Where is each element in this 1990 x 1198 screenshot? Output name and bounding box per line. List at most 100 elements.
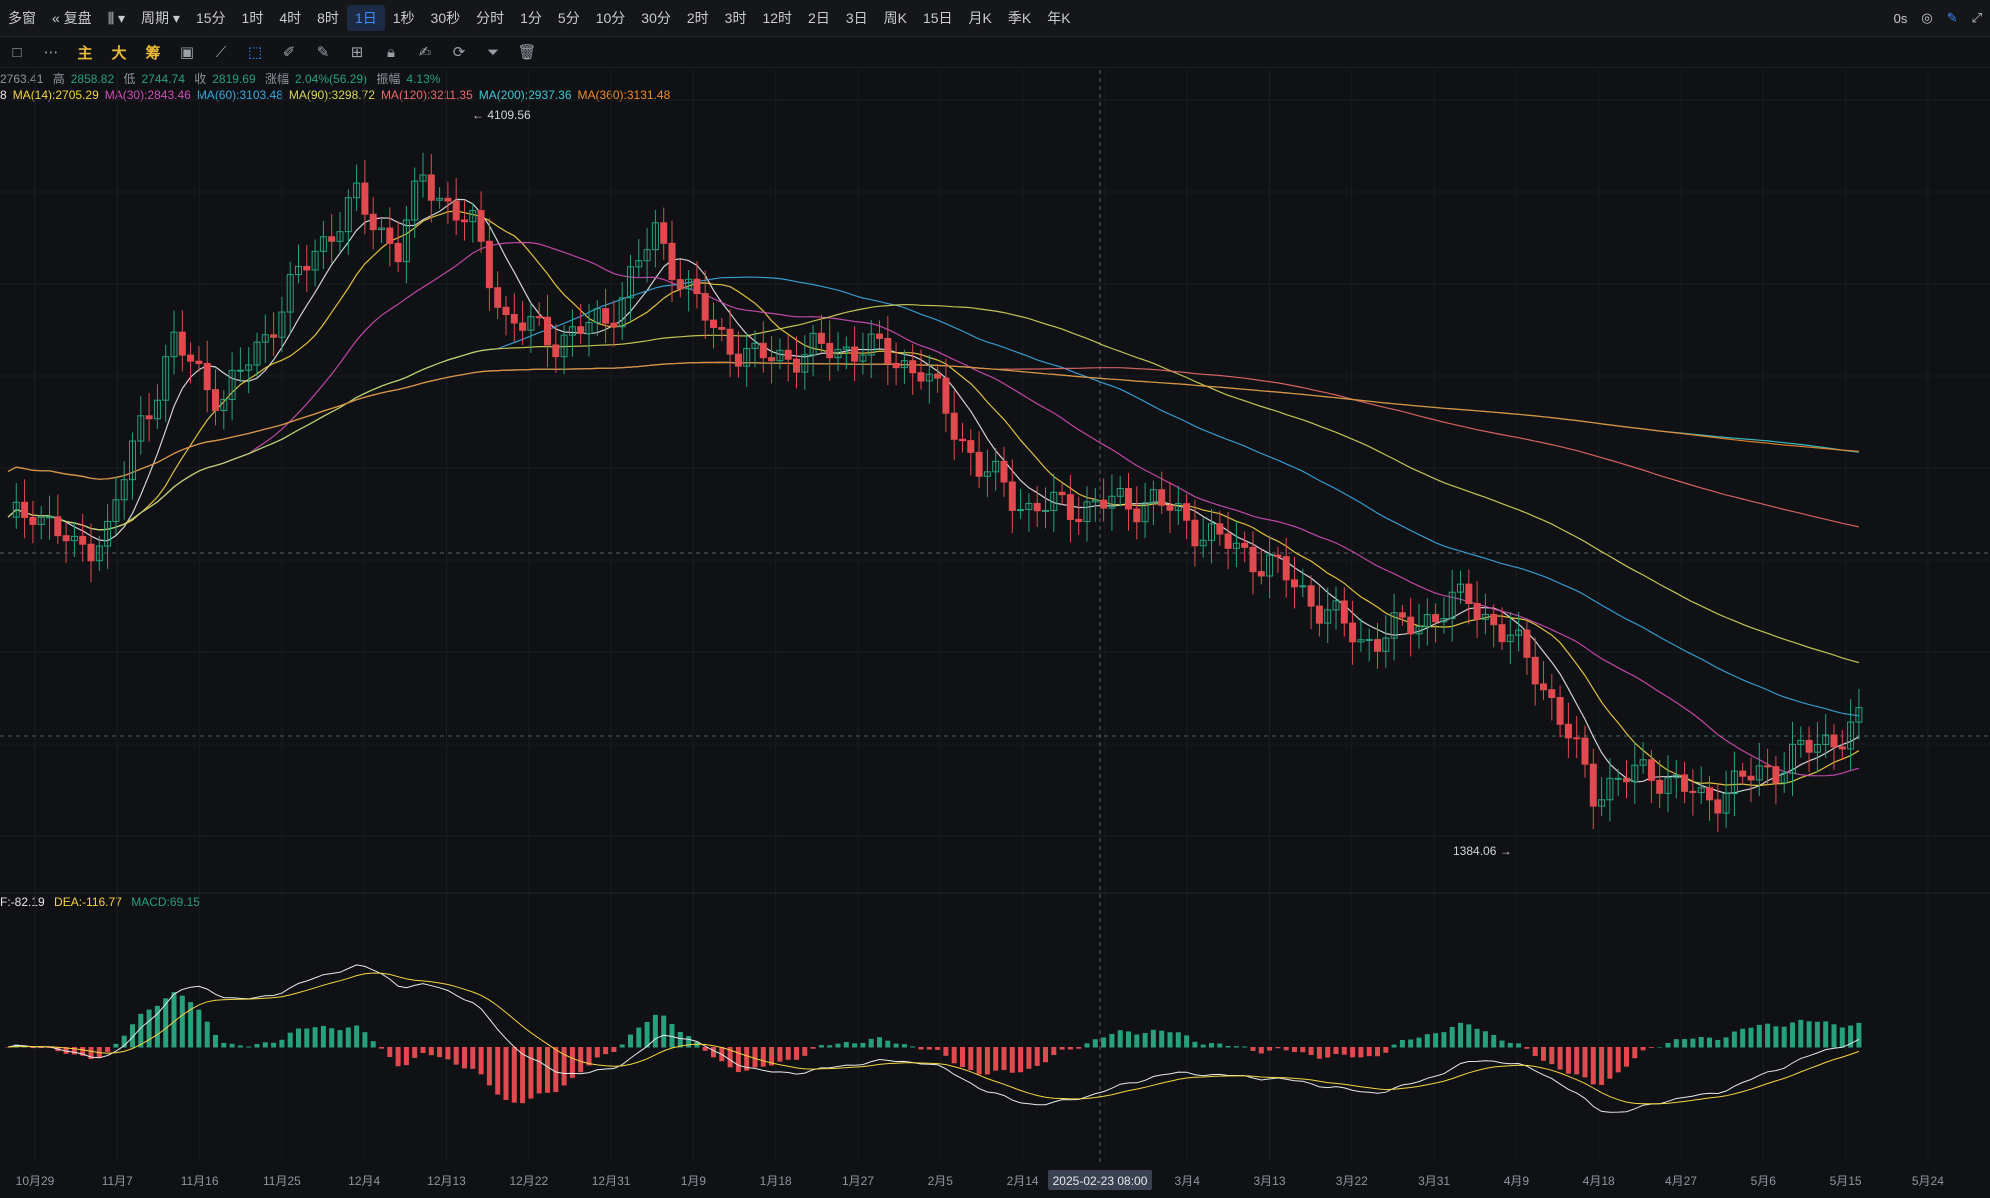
brush-icon[interactable]: ✎ bbox=[306, 43, 340, 61]
ma-legend-item: MA(200):2937.36 bbox=[478, 88, 572, 102]
period-tab[interactable]: 8时 bbox=[309, 5, 347, 31]
candle-body bbox=[668, 242, 676, 281]
period-tab[interactable]: 年K bbox=[1039, 5, 1078, 31]
macd-bar bbox=[1001, 1047, 1007, 1071]
period-tab[interactable]: 1秒 bbox=[385, 5, 423, 31]
dea-value: DEA:-116.77 bbox=[54, 895, 122, 909]
period-tab[interactable]: 1日 bbox=[346, 5, 385, 31]
chart-type-icon[interactable]: ⫼ ▾ bbox=[100, 5, 133, 31]
macd-bar bbox=[138, 1013, 144, 1048]
candle-body bbox=[817, 332, 825, 344]
macd-bar bbox=[1640, 1047, 1646, 1051]
macd-bar bbox=[1051, 1047, 1057, 1056]
main-indicator-button[interactable]: 主 bbox=[68, 42, 102, 63]
kline-chart[interactable]: ← 4109.56 1384.06 → 10月29 11月7 11月16 11月25 1… bbox=[0, 0, 1990, 1198]
period-tab[interactable]: 5分 bbox=[550, 5, 588, 31]
candle-body bbox=[1266, 554, 1274, 577]
macd-bar bbox=[154, 1005, 160, 1048]
large-order-button[interactable]: 大 bbox=[102, 42, 136, 63]
magnet-icon[interactable]: ⟳ bbox=[442, 43, 476, 61]
macd-bar bbox=[221, 1042, 227, 1048]
macd-bar bbox=[1831, 1024, 1837, 1048]
macd-bar bbox=[1781, 1026, 1787, 1048]
camera-icon[interactable]: ◎ bbox=[1921, 10, 1932, 26]
period-tab[interactable]: 1时 bbox=[234, 5, 272, 31]
square-icon[interactable]: □ bbox=[0, 44, 34, 61]
period-tab[interactable]: 4时 bbox=[271, 5, 309, 31]
candle-body bbox=[87, 543, 95, 562]
ma-legend-item: MA(30):2843.46 bbox=[104, 88, 191, 102]
macd-bar bbox=[1541, 1047, 1546, 1061]
candle-body bbox=[726, 328, 734, 355]
macd-bar bbox=[1848, 1025, 1854, 1048]
candle-body bbox=[1075, 518, 1083, 522]
macd-bar bbox=[354, 1025, 360, 1048]
macd-bar bbox=[1250, 1047, 1256, 1051]
period-tab[interactable]: 3日 bbox=[838, 5, 876, 31]
trash-icon[interactable]: 🗑︎ bbox=[510, 43, 544, 61]
note-icon[interactable]: ✍ bbox=[408, 43, 442, 61]
candle-body bbox=[328, 236, 336, 242]
period-tab[interactable]: 季K bbox=[1000, 5, 1039, 31]
candle-body bbox=[1689, 790, 1697, 794]
macd-bar bbox=[1441, 1032, 1447, 1048]
period-tab[interactable]: 30分 bbox=[633, 5, 679, 31]
macd-bar bbox=[1856, 1022, 1862, 1048]
macd-bar bbox=[1350, 1047, 1356, 1058]
period-tab[interactable]: 3时 bbox=[717, 5, 755, 31]
period-tab[interactable]: 10分 bbox=[588, 5, 634, 31]
macd-bar bbox=[1549, 1047, 1555, 1065]
candle-body bbox=[37, 516, 45, 525]
macd-bar bbox=[213, 1034, 218, 1048]
candle-body bbox=[826, 342, 834, 359]
period-tab[interactable]: 12时 bbox=[754, 5, 800, 31]
candle-body bbox=[527, 316, 535, 331]
period-tab[interactable]: 月K bbox=[961, 5, 1000, 31]
macd-bar bbox=[893, 1043, 899, 1048]
candle-body bbox=[1365, 639, 1373, 642]
macd-bar bbox=[794, 1047, 799, 1060]
pen-icon[interactable]: ✎ bbox=[1947, 10, 1958, 26]
candle-body bbox=[178, 331, 186, 356]
period-tab[interactable]: 2日 bbox=[800, 5, 838, 31]
macd-bar bbox=[1267, 1047, 1273, 1051]
period-dropdown[interactable]: 周期 ▾ bbox=[133, 5, 188, 31]
candle-body bbox=[261, 334, 269, 343]
period-tab[interactable]: 2时 bbox=[679, 5, 717, 31]
period-tab[interactable]: 周K bbox=[876, 5, 915, 31]
macd-bar bbox=[1574, 1047, 1580, 1075]
candle-body bbox=[145, 415, 153, 420]
chip-button[interactable]: 筹 bbox=[136, 42, 170, 63]
ruler-icon[interactable]: ✐ bbox=[272, 43, 306, 61]
period-tab[interactable]: 30秒 bbox=[423, 5, 469, 31]
candle-body bbox=[95, 545, 103, 562]
candle-body bbox=[1125, 487, 1132, 510]
candle-body bbox=[436, 197, 444, 201]
cursor-tool-icon[interactable]: ⬚ bbox=[238, 43, 272, 61]
period-tab[interactable]: 1分 bbox=[512, 5, 550, 31]
multi-window-button[interactable]: 多窗 bbox=[0, 5, 44, 31]
macd-bar bbox=[777, 1047, 783, 1062]
expand-icon[interactable]: ⤢ bbox=[1972, 10, 1982, 26]
candle-body bbox=[1083, 501, 1091, 522]
macd-bar bbox=[453, 1047, 459, 1065]
macd-bar bbox=[1092, 1039, 1098, 1048]
lock-icon[interactable]: 🔒︎ bbox=[374, 44, 408, 61]
filter-icon[interactable]: ⏷ bbox=[476, 44, 510, 61]
macd-bar bbox=[1516, 1043, 1522, 1048]
measure-icon[interactable]: ⊞ bbox=[340, 43, 374, 61]
replay-button[interactable]: « 复盘 bbox=[44, 5, 100, 31]
candle-body bbox=[676, 279, 684, 290]
indicator-icon[interactable]: ▣ bbox=[170, 43, 204, 61]
more-icon[interactable]: ⋯ bbox=[34, 43, 68, 61]
candle-body bbox=[1357, 639, 1365, 643]
period-tab[interactable]: 分时 bbox=[468, 5, 512, 31]
candle-body bbox=[1332, 600, 1340, 611]
period-tab[interactable]: 15分 bbox=[188, 5, 234, 31]
period-tab[interactable]: 15日 bbox=[915, 5, 961, 31]
line-tool-icon[interactable]: ⟋ bbox=[204, 44, 238, 61]
macd-bar bbox=[1018, 1047, 1024, 1073]
x-tick-label: 2月23 bbox=[1089, 1174, 1121, 1188]
macd-bar bbox=[569, 1047, 575, 1078]
macd-bar bbox=[1482, 1031, 1488, 1048]
